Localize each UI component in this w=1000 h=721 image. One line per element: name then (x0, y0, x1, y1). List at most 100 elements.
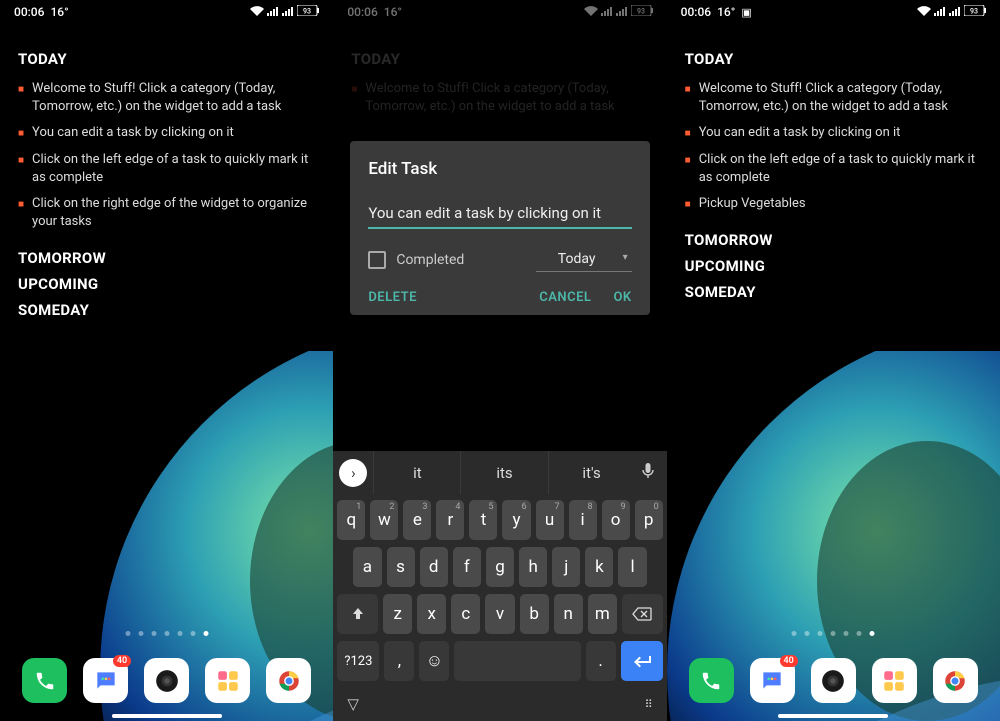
camera-app-icon[interactable] (811, 658, 856, 703)
category-today[interactable]: TODAY (685, 50, 982, 68)
delete-button[interactable]: DELETE (368, 290, 417, 305)
key-r[interactable]: r4 (436, 500, 464, 540)
messages-app-icon[interactable]: 40 (83, 658, 128, 703)
key-h[interactable]: h (519, 547, 547, 587)
edit-task-dialog: Edit Task You can edit a task by clickin… (350, 141, 649, 315)
backspace-key[interactable] (622, 594, 663, 634)
battery-icon: 93 (964, 5, 986, 19)
bullet-icon: ■ (685, 198, 691, 213)
keyboard-nav-bar: ▽ ⠿ (333, 687, 666, 721)
key-g[interactable]: g (486, 547, 514, 587)
mic-icon[interactable] (635, 462, 661, 484)
signal-icon (934, 6, 946, 19)
task-item[interactable]: ■Welcome to Stuff! Click a category (Tod… (685, 76, 982, 120)
key-b[interactable]: b (520, 594, 549, 634)
suggestion[interactable]: its (460, 451, 547, 494)
task-text-input[interactable]: You can edit a task by clicking on it (368, 199, 631, 229)
hide-keyboard-icon[interactable]: ▽ (347, 695, 359, 713)
key-l[interactable]: l (618, 547, 646, 587)
page-indicator (125, 631, 208, 636)
task-item[interactable]: ■Welcome to Stuff! Click a category (Tod… (18, 76, 315, 120)
status-temp: 16° (717, 5, 735, 19)
key-d[interactable]: d (420, 547, 448, 587)
key-e[interactable]: e3 (403, 500, 431, 540)
category-upcoming[interactable]: UPCOMING (685, 257, 982, 275)
task-item[interactable]: ■Click on the right edge of the widget t… (18, 191, 315, 235)
task-widget[interactable]: TODAY ■Welcome to Stuff! Click a categor… (667, 24, 1000, 301)
task-item[interactable]: ■Click on the left edge of a task to qui… (18, 147, 315, 191)
bullet-icon: ■ (18, 154, 24, 187)
instagram-icon: ▣ (741, 6, 751, 19)
keyboard-switch-icon[interactable]: ⠿ (645, 698, 653, 711)
suggestion-bar: › it its it's (333, 451, 666, 494)
category-someday[interactable]: SOMEDAY (18, 301, 315, 319)
chrome-app-icon[interactable] (933, 658, 978, 703)
task-item[interactable]: ■You can edit a task by clicking on it (685, 120, 982, 146)
phone-app-icon[interactable] (689, 658, 734, 703)
key-s[interactable]: s (387, 547, 415, 587)
cancel-button[interactable]: CANCEL (539, 290, 591, 305)
bullet-icon: ■ (685, 154, 691, 187)
key-z[interactable]: z (383, 594, 412, 634)
key-y[interactable]: y6 (502, 500, 530, 540)
shift-key[interactable] (337, 594, 378, 634)
bullet-icon: ■ (18, 127, 24, 142)
key-m[interactable]: m (588, 594, 617, 634)
home-indicator[interactable] (778, 714, 888, 718)
phone-screen-1: 00:06 16° 93 TODAY ■Welcome to Stuff! Cl… (0, 0, 333, 721)
dialog-title: Edit Task (368, 159, 631, 179)
category-someday[interactable]: SOMEDAY (685, 283, 982, 301)
key-p[interactable]: p0 (635, 500, 663, 540)
emoji-key[interactable]: ☺ (419, 641, 449, 681)
key-i[interactable]: i8 (569, 500, 597, 540)
phone-app-icon[interactable] (22, 658, 67, 703)
enter-key[interactable] (621, 641, 663, 681)
task-item[interactable]: ■You can edit a task by clicking on it (18, 120, 315, 146)
key-n[interactable]: n (554, 594, 583, 634)
key-a[interactable]: a (353, 547, 381, 587)
symbols-key[interactable]: ?123 (337, 641, 379, 681)
signal-icon-2 (282, 6, 294, 19)
task-widget[interactable]: TODAY ■Welcome to Stuff! Click a categor… (0, 24, 333, 319)
key-v[interactable]: v (485, 594, 514, 634)
comma-key[interactable]: , (384, 641, 414, 681)
chrome-app-icon[interactable] (266, 658, 311, 703)
page-indicator (792, 631, 875, 636)
space-key[interactable] (454, 641, 580, 681)
key-t[interactable]: t5 (469, 500, 497, 540)
category-today[interactable]: TODAY (18, 50, 315, 68)
messages-app-icon[interactable]: 40 (750, 658, 795, 703)
key-w[interactable]: w2 (370, 500, 398, 540)
apps-grid-icon[interactable] (872, 658, 917, 703)
svg-text:93: 93 (303, 8, 311, 16)
key-q[interactable]: q1 (337, 500, 365, 540)
phone-screen-2: 00:06 16° 93 TODAY ■Welcome to Stuff! Cl… (333, 0, 666, 721)
task-item[interactable]: ■Pickup Vegetables (685, 191, 982, 217)
bullet-icon: ■ (685, 127, 691, 142)
key-u[interactable]: u7 (536, 500, 564, 540)
key-f[interactable]: f (453, 547, 481, 587)
ok-button[interactable]: OK (613, 290, 631, 305)
home-indicator[interactable] (112, 714, 222, 718)
key-o[interactable]: o9 (602, 500, 630, 540)
apps-grid-icon[interactable] (205, 658, 250, 703)
category-tomorrow[interactable]: TOMORROW (685, 231, 982, 249)
period-key[interactable]: . (586, 641, 616, 681)
key-c[interactable]: c (451, 594, 480, 634)
category-select[interactable]: Today (536, 247, 632, 272)
category-upcoming[interactable]: UPCOMING (18, 275, 315, 293)
wifi-icon (250, 6, 264, 19)
key-k[interactable]: k (585, 547, 613, 587)
task-item[interactable]: ■Click on the left edge of a task to qui… (685, 147, 982, 191)
keyboard: › it its it's q1w2e3r4t5y6u7i8o9p0 asdfg… (333, 451, 666, 721)
camera-app-icon[interactable] (144, 658, 189, 703)
suggestion[interactable]: it's (548, 451, 635, 494)
completed-checkbox[interactable] (368, 251, 386, 269)
key-j[interactable]: j (552, 547, 580, 587)
battery-icon: 93 (297, 5, 319, 19)
suggestion[interactable]: it (373, 451, 460, 494)
key-x[interactable]: x (417, 594, 446, 634)
signal-icon-2 (949, 6, 961, 19)
expand-suggestions-icon[interactable]: › (339, 459, 367, 487)
category-tomorrow[interactable]: TOMORROW (18, 249, 315, 267)
